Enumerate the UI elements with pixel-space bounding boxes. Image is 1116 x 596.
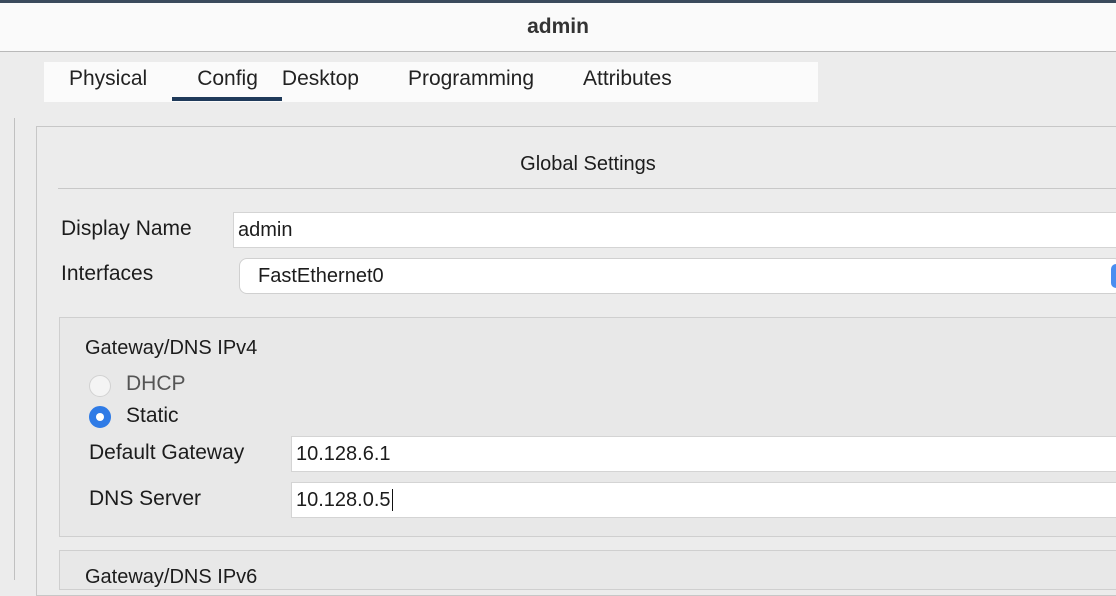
title-bar: admin — [0, 3, 1116, 52]
dns-server-value: 10.128.0.5 — [296, 488, 391, 511]
window-title: admin — [527, 15, 589, 38]
dhcp-label: DHCP — [126, 372, 186, 395]
dns-server-field[interactable]: 10.128.0.5 — [291, 482, 1116, 518]
default-gateway-label: Default Gateway — [89, 441, 245, 464]
tab-config[interactable]: Config — [172, 62, 282, 102]
global-settings-title: Global Settings — [58, 140, 1116, 189]
interfaces-value: FastEthernet0 — [258, 264, 384, 287]
dhcp-radio[interactable] — [89, 375, 111, 397]
interfaces-select[interactable]: FastEthernet0 — [239, 258, 1116, 294]
left-sidebar-edge — [14, 118, 15, 580]
interfaces-label: Interfaces — [61, 262, 154, 285]
tab-attributes[interactable]: Attributes — [583, 62, 672, 102]
tab-desktop[interactable]: Desktop — [282, 62, 359, 102]
display-name-label: Display Name — [61, 217, 192, 240]
tab-physical[interactable]: Physical — [69, 62, 147, 102]
static-radio[interactable] — [89, 406, 111, 428]
gateway-ipv6-title: Gateway/DNS IPv6 — [85, 566, 258, 588]
display-name-value: admin — [238, 218, 293, 241]
static-label: Static — [126, 404, 179, 427]
text-cursor — [391, 489, 393, 511]
dns-server-label: DNS Server — [89, 487, 202, 510]
gateway-ipv4-title: Gateway/DNS IPv4 — [85, 337, 258, 359]
display-name-field[interactable]: admin — [233, 212, 1116, 248]
default-gateway-value: 10.128.6.1 — [296, 442, 391, 465]
default-gateway-field[interactable]: 10.128.6.1 — [291, 436, 1116, 472]
select-stepper-icon — [1111, 264, 1116, 288]
tab-bar: Physical Config Desktop Programming Attr… — [44, 62, 818, 102]
tab-programming[interactable]: Programming — [408, 62, 534, 102]
